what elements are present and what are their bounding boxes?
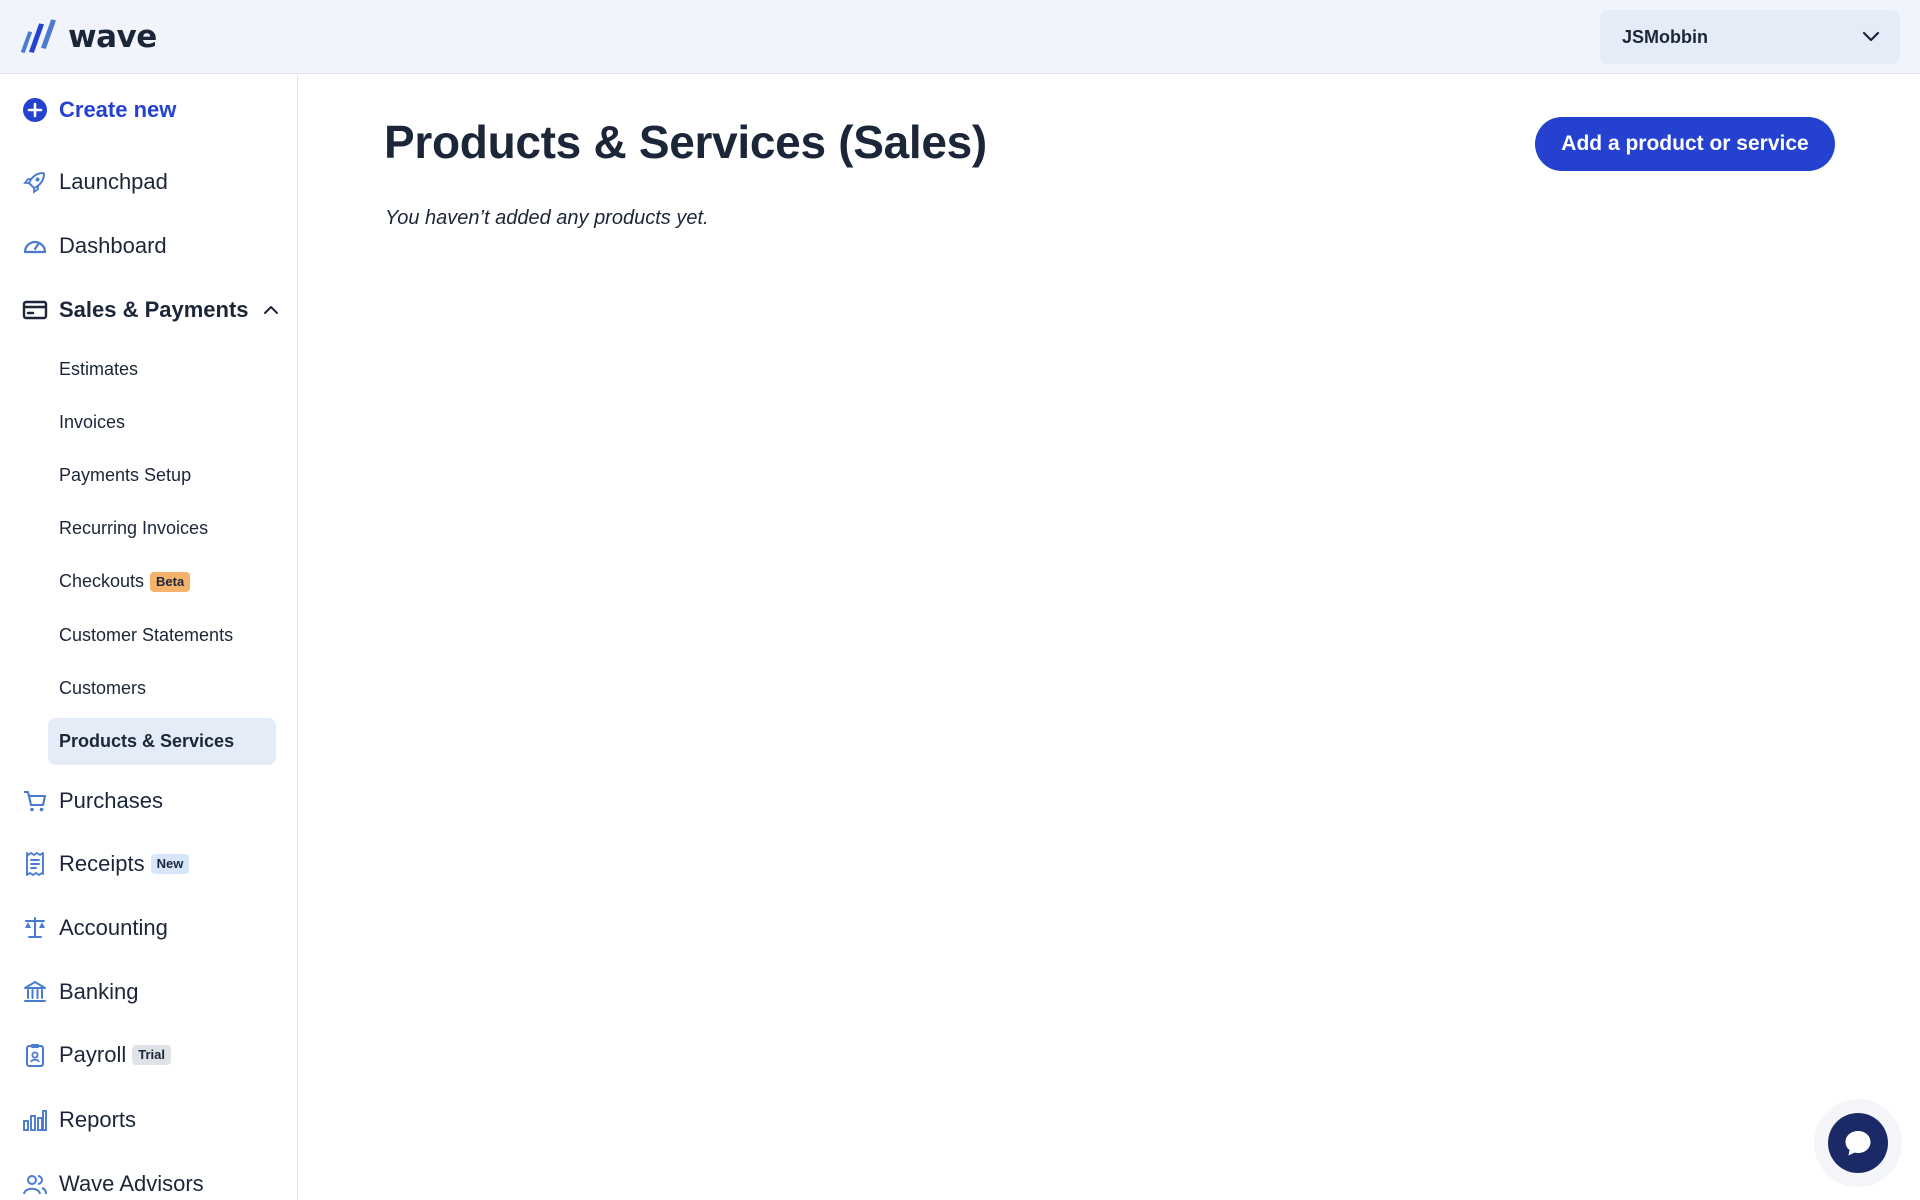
chat-button[interactable] [1828, 1113, 1888, 1173]
business-name: JSMobbin [1622, 26, 1708, 47]
bar-chart-icon [22, 1107, 48, 1133]
bank-icon [22, 979, 48, 1005]
scales-icon [22, 915, 48, 941]
sidebar-subitem-label: Customers [59, 678, 147, 698]
sidebar-item-accounting[interactable]: Accounting [0, 906, 297, 950]
sidebar-item-reports[interactable]: Reports [0, 1098, 297, 1142]
clipboard-icon [22, 1042, 48, 1068]
cart-icon [22, 788, 48, 814]
sidebar-item-label: Reports [59, 1107, 137, 1132]
chat-widget [1814, 1099, 1902, 1187]
sidebar-item-banking[interactable]: Banking [0, 970, 297, 1014]
sidebar-subitem-customer-statements[interactable]: Customer Statements [48, 612, 276, 659]
sidebar-item-purchases[interactable]: Purchases [0, 779, 297, 823]
sidebar-item-payroll[interactable]: Payroll Trial [0, 1033, 297, 1077]
create-new-button[interactable]: Create new [0, 88, 297, 132]
sidebar-subitem-label: Payments Setup [59, 465, 192, 485]
chevron-down-icon [1862, 31, 1880, 42]
sidebar-item-sales-payments[interactable]: Sales & Payments [0, 288, 297, 332]
sidebar-item-wave-advisors[interactable]: Wave Advisors [0, 1162, 297, 1200]
sidebar-item-label: Payroll [59, 1042, 127, 1067]
sidebar-item-label: Sales & Payments [59, 297, 249, 322]
wave-logo[interactable]: wave [20, 18, 157, 56]
sidebar-subitem-checkouts[interactable]: Checkouts Beta [48, 558, 276, 605]
people-icon [22, 1171, 48, 1197]
top-bar: wave JSMobbin [0, 0, 1920, 74]
sidebar-subitem-label: Recurring Invoices [59, 518, 209, 538]
sidebar-subitem-label: Estimates [59, 359, 139, 379]
sidebar-item-receipts[interactable]: Receipts New [0, 842, 297, 886]
chevron-up-icon [263, 305, 279, 315]
sidebar-item-label: Receipts [59, 851, 145, 876]
business-switcher[interactable]: JSMobbin [1600, 10, 1900, 64]
sidebar-subitem-customers[interactable]: Customers [48, 665, 276, 712]
create-new-label: Create new [59, 97, 177, 122]
gauge-icon [22, 233, 48, 259]
sidebar-item-label: Dashboard [59, 233, 167, 258]
plus-circle-icon [22, 97, 48, 123]
sidebar-subitem-invoices[interactable]: Invoices [48, 399, 276, 446]
beta-badge: Beta [150, 571, 191, 592]
empty-state-message: You haven’t added any products yet. [385, 207, 709, 229]
sidebar-subitem-estimates[interactable]: Estimates [48, 346, 276, 393]
sidebar-item-launchpad[interactable]: Launchpad [0, 160, 297, 204]
sidebar-item-label: Wave Advisors [59, 1171, 204, 1196]
sidebar-subitem-label: Checkouts [59, 571, 145, 591]
rocket-icon [22, 169, 48, 195]
sidebar-subitem-label: Invoices [59, 412, 126, 432]
sidebar-item-label: Launchpad [59, 169, 168, 194]
new-badge: New [150, 854, 190, 874]
page-title: Products & Services (Sales) [384, 116, 987, 168]
sidebar-subitem-products-services[interactable]: Products & Services [48, 718, 276, 765]
wave-logo-icon [20, 19, 57, 53]
receipt-icon [22, 851, 48, 877]
logo-text: wave [68, 18, 157, 55]
sidebar-subitem-recurring-invoices[interactable]: Recurring Invoices [48, 505, 276, 552]
card-icon [22, 297, 48, 323]
trial-badge: Trial [132, 1045, 171, 1065]
sidebar-item-label: Accounting [59, 915, 168, 940]
sidebar-subitem-label: Products & Services [59, 731, 235, 751]
sidebar-item-label: Banking [59, 979, 139, 1004]
sidebar: Create new Launchpad Dashboard Sales & P… [0, 75, 298, 1200]
sidebar-item-label: Purchases [59, 788, 163, 813]
sidebar-subitem-label: Customer Statements [59, 625, 234, 645]
sidebar-subitem-payments-setup[interactable]: Payments Setup [48, 452, 276, 499]
sidebar-item-dashboard[interactable]: Dashboard [0, 224, 297, 268]
add-product-button[interactable]: Add a product or service [1535, 117, 1835, 171]
chat-bubble-icon [1845, 1131, 1871, 1156]
